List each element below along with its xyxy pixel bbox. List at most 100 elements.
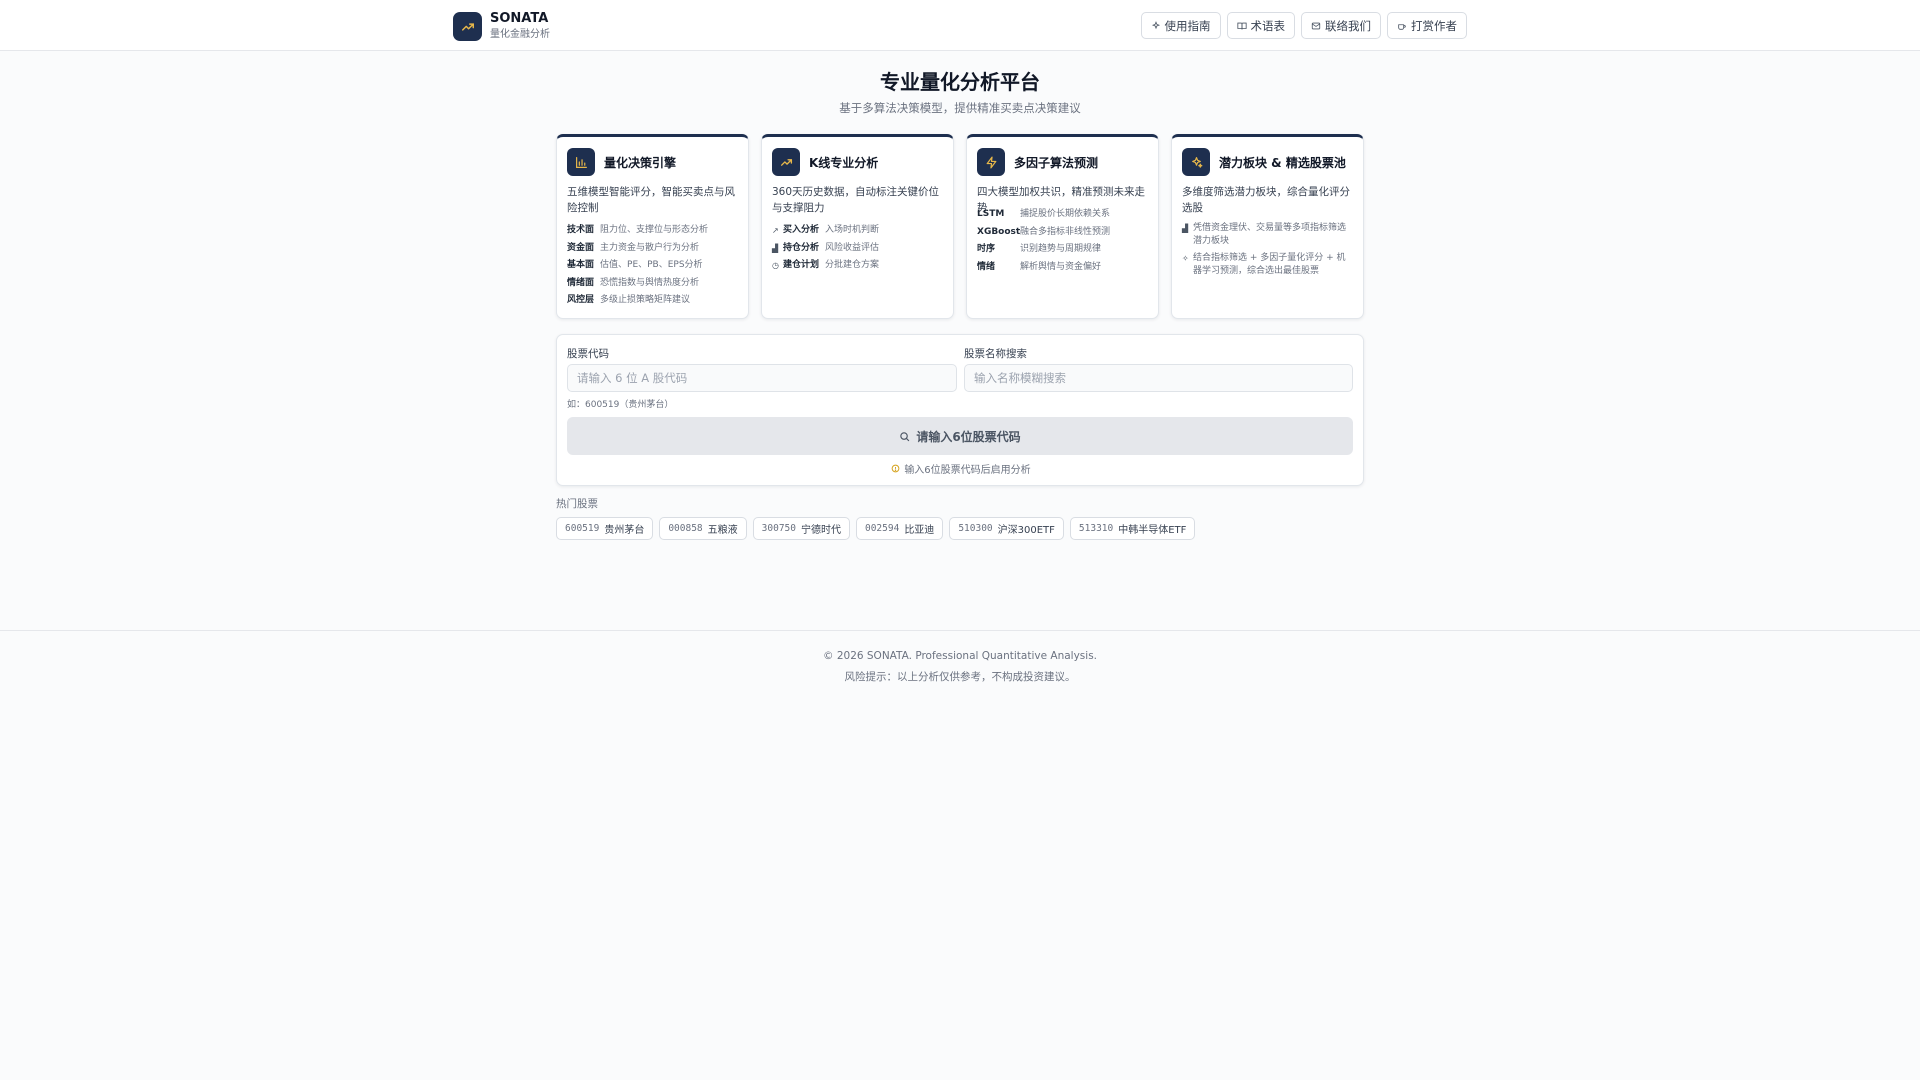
mail-icon <box>1311 22 1321 29</box>
item-value: 捕捉股价长期依赖关系 <box>1020 209 1111 219</box>
bar-chart-icon <box>567 148 595 176</box>
donate-button[interactable]: 打赏作者 <box>1387 12 1467 39</box>
stock-code-input[interactable] <box>567 364 957 392</box>
stock-name-label: 股票名称搜索 <box>964 348 1027 360</box>
item-value: 识别趋势与周期规律 <box>1020 244 1102 254</box>
item-key: XGBoost <box>977 226 1021 237</box>
stock-name: 五粮液 <box>707 525 738 536</box>
analyze-note: 输入6位股票代码后启用分析 <box>557 461 1365 476</box>
card-quant-engine: 量化决策引擎 五维模型智能评分，智能买卖点与风险控制 技术面 阻力位、支撑位与形态… <box>556 134 749 319</box>
item-value: 主力资金与散户行为分析 <box>600 242 700 253</box>
brand[interactable]: SONATA 量化金融分析 <box>453 11 550 42</box>
stock-name-input[interactable] <box>964 364 1353 392</box>
hot-stock-chip[interactable]: 600519 贵州茅台 <box>556 517 654 540</box>
stock-name: 宁德时代 <box>800 525 841 536</box>
list-item: ↗ 买入分析 入场时机判断 <box>772 222 943 240</box>
list-item: 情绪面 恐慌指数与舆情热度分析 <box>567 275 738 293</box>
info-icon <box>891 464 900 473</box>
glossary-button[interactable]: 术语表 <box>1226 12 1295 39</box>
item-key: 资金面 <box>567 242 595 253</box>
trend-up-icon <box>772 148 800 176</box>
item-value: 入场时机判断 <box>825 225 880 235</box>
search-icon <box>900 431 910 441</box>
sparkle-icon: ✧ <box>1182 254 1189 263</box>
hot-stock-chip[interactable]: 510300 沪深300ETF <box>949 517 1064 540</box>
stock-code: 600519 <box>565 523 600 534</box>
top-header: SONATA 量化金融分析 使用指南 术语表 联络我们 打赏作者 <box>0 0 1920 51</box>
hot-stock-chip[interactable]: 002594 比亚迪 <box>855 517 944 540</box>
donate-label: 打赏作者 <box>1411 18 1457 33</box>
list-item: 情绪 解析舆情与资金偏好 <box>977 259 1148 277</box>
lightning-icon <box>977 148 1005 176</box>
item-value: 结合指标筛选 + 多因子量化评分 + 机器学习预测，综合选出最佳股票 <box>1193 253 1346 276</box>
list-item: 时序 识别趋势与周期规律 <box>977 241 1148 259</box>
sparkle-icon <box>1151 20 1160 29</box>
contact-label: 联络我们 <box>1325 18 1371 33</box>
list-item: ◷ 建仓计划 分批建仓方案 <box>772 257 943 275</box>
card-title: 多因子算法预测 <box>1014 155 1099 170</box>
coffee-icon <box>1398 23 1406 30</box>
card-kline-analysis: K线专业分析 360天历史数据，自动标注关键价位与支撑阻力 ↗ 买入分析 入场时机判… <box>761 134 954 319</box>
list-item: ▟ 凭借资金理伏、交易量等多项指标筛选潜力板块 <box>1182 222 1353 248</box>
card-description: 360天历史数据，自动标注关键价位与支撑阻力 <box>772 186 940 214</box>
hot-stock-chip[interactable]: 300750 宁德时代 <box>752 517 850 540</box>
stock-name: 比亚迪 <box>904 525 935 536</box>
page-title: 专业量化分析平台 <box>880 70 1040 94</box>
item-value: 估值、PE、PB、EPS分析 <box>600 260 703 270</box>
guide-label: 使用指南 <box>1164 18 1211 33</box>
item-key: 基本面 <box>567 260 595 270</box>
feature-cards: 量化决策引擎 五维模型智能评分，智能买卖点与风险控制 技术面 阻力位、支撑位与形态… <box>556 134 1364 319</box>
bar-chart-icon: ▟ <box>1182 224 1189 233</box>
item-key: 持仓分析 <box>783 242 820 253</box>
item-key: 情绪 <box>977 261 996 272</box>
card-multifactor-prediction: 多因子算法预测 四大模型加权共识，精准预测未来走势 LSTM 捕捉股价长期依赖关系… <box>966 134 1159 319</box>
card-potential-sectors: 潜力板块 & 精选股票池 多维度筛选潜力板块，综合量化评分选股 ▟ 凭借资金理伏、… <box>1171 134 1364 319</box>
sparkle-icon <box>1182 148 1210 176</box>
hot-stock-chip[interactable]: 000858 五粮液 <box>659 517 747 540</box>
item-key: 情绪面 <box>567 277 595 288</box>
item-value: 多级止损策略矩阵建议 <box>600 295 691 305</box>
item-value: 风险收益评估 <box>825 242 880 253</box>
list-item: 基本面 估值、PE、PB、EPS分析 <box>567 257 738 275</box>
list-item: XGBoost 融合多指标非线性预测 <box>977 224 1148 242</box>
stock-code-label: 股票代码 <box>567 348 609 360</box>
list-item: 资金面 主力资金与散户行为分析 <box>567 240 738 258</box>
item-value: 融合多指标非线性预测 <box>1020 226 1111 237</box>
item-key: 风控层 <box>567 295 595 305</box>
card-description: 多维度筛选潜力板块，综合量化评分选股 <box>1182 186 1350 214</box>
item-key: 买入分析 <box>783 225 820 235</box>
hot-stocks-title: 热门股票 <box>556 498 598 510</box>
footer-risk-notice: 风险提示：以上分析仅供参考，不构成投资建议。 <box>844 671 1076 683</box>
brand-subtitle: 量化金融分析 <box>490 29 550 40</box>
item-key: 建仓计划 <box>783 260 820 270</box>
item-value: 分批建仓方案 <box>825 260 880 270</box>
book-icon <box>1236 22 1247 29</box>
item-key: 技术面 <box>567 225 595 235</box>
search-panel: 股票代码 股票名称搜索 如：600519（贵州茅台） 请输入6位股票代码 输入6… <box>556 334 1364 486</box>
item-value: 恐慌指数与舆情热度分析 <box>600 277 700 288</box>
arrow-up-right-icon: ↗ <box>772 226 779 235</box>
page-subtitle: 基于多算法决策模型，提供精准买卖点决策建议 <box>839 101 1081 115</box>
item-value: 阻力位、支撑位与形态分析 <box>600 225 709 235</box>
bar-chart-icon: ▟ <box>772 243 779 253</box>
item-value: 解析舆情与资金偏好 <box>1020 261 1102 272</box>
hot-stock-chip[interactable]: 513310 中韩半导体ETF <box>1069 517 1196 540</box>
glossary-label: 术语表 <box>1250 18 1286 33</box>
item-key: LSTM <box>977 209 1005 219</box>
guide-button[interactable]: 使用指南 <box>1140 12 1221 39</box>
card-title: 潜力板块 & 精选股票池 <box>1219 155 1346 170</box>
clock-icon: ◷ <box>772 261 779 270</box>
hot-stocks-list: 600519 贵州茅台 000858 五粮液 300750 宁德时代 002594 比亚… <box>556 517 1196 540</box>
stock-name: 中韩半导体ETF <box>1118 525 1187 536</box>
stock-name: 沪深300ETF <box>997 525 1055 536</box>
card-description: 四大模型加权共识，精准预测未来走势 <box>977 186 1145 214</box>
footer: © 2026 SONATA. Professional Quantitative… <box>0 630 1920 1080</box>
contact-button[interactable]: 联络我们 <box>1301 12 1381 39</box>
stock-code: 513310 <box>1078 523 1114 534</box>
item-value: 凭借资金理伏、交易量等多项指标筛选潜力板块 <box>1193 223 1347 246</box>
analyze-button[interactable]: 请输入6位股票代码 <box>567 417 1353 455</box>
footer-copyright: © 2026 SONATA. Professional Quantitative… <box>823 650 1097 662</box>
stock-code: 300750 <box>761 523 796 534</box>
card-description: 五维模型智能评分，智能买卖点与风险控制 <box>567 186 735 214</box>
top-nav: 使用指南 术语表 联络我们 打赏作者 <box>1140 12 1467 39</box>
